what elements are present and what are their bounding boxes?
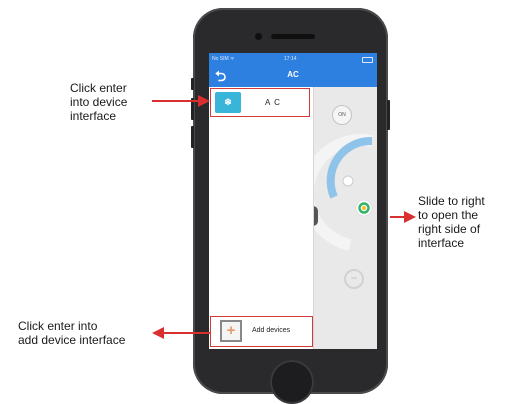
phone-screen: No SIM ᯤ 17:14 ⮌ AC ON − ❄ A C + Add dev…: [209, 53, 377, 349]
nav-bar: ⮌ AC: [209, 65, 377, 87]
annotation-arrow: [152, 327, 210, 339]
device-label: A C: [265, 98, 281, 107]
carrier-label: No SIM ᯤ: [212, 56, 235, 62]
power-side-button: [387, 100, 390, 130]
volume-button: [191, 126, 194, 148]
battery-icon: [362, 57, 373, 63]
annotation-device: Click enter into device interface: [70, 81, 128, 123]
ac-unit-icon: ❄: [215, 92, 241, 113]
minus-button[interactable]: −: [344, 269, 364, 289]
device-list-panel: ❄ A C + Add devices: [209, 87, 314, 349]
speaker-grille: [271, 34, 315, 39]
page-title: AC: [287, 70, 299, 79]
annotation-arrow: [152, 95, 210, 107]
camera-icon: [255, 33, 262, 40]
status-bar: No SIM ᯤ 17:14: [209, 53, 377, 65]
annotation-add: Click enter into add device interface: [18, 319, 126, 347]
plus-icon: +: [220, 320, 242, 342]
temperature-dial[interactable]: [314, 133, 377, 253]
annotation-arrow: [390, 211, 416, 223]
annotation-slide: Slide to right to open the right side of…: [418, 194, 485, 250]
volume-button: [191, 78, 194, 90]
add-devices-button[interactable]: + Add devices: [210, 316, 313, 347]
home-button[interactable]: [270, 360, 314, 404]
device-item-ac[interactable]: ❄ A C: [210, 88, 310, 117]
add-devices-label: Add devices: [252, 327, 291, 334]
clock: 17:14: [284, 56, 297, 62]
power-button[interactable]: ON: [332, 105, 352, 125]
